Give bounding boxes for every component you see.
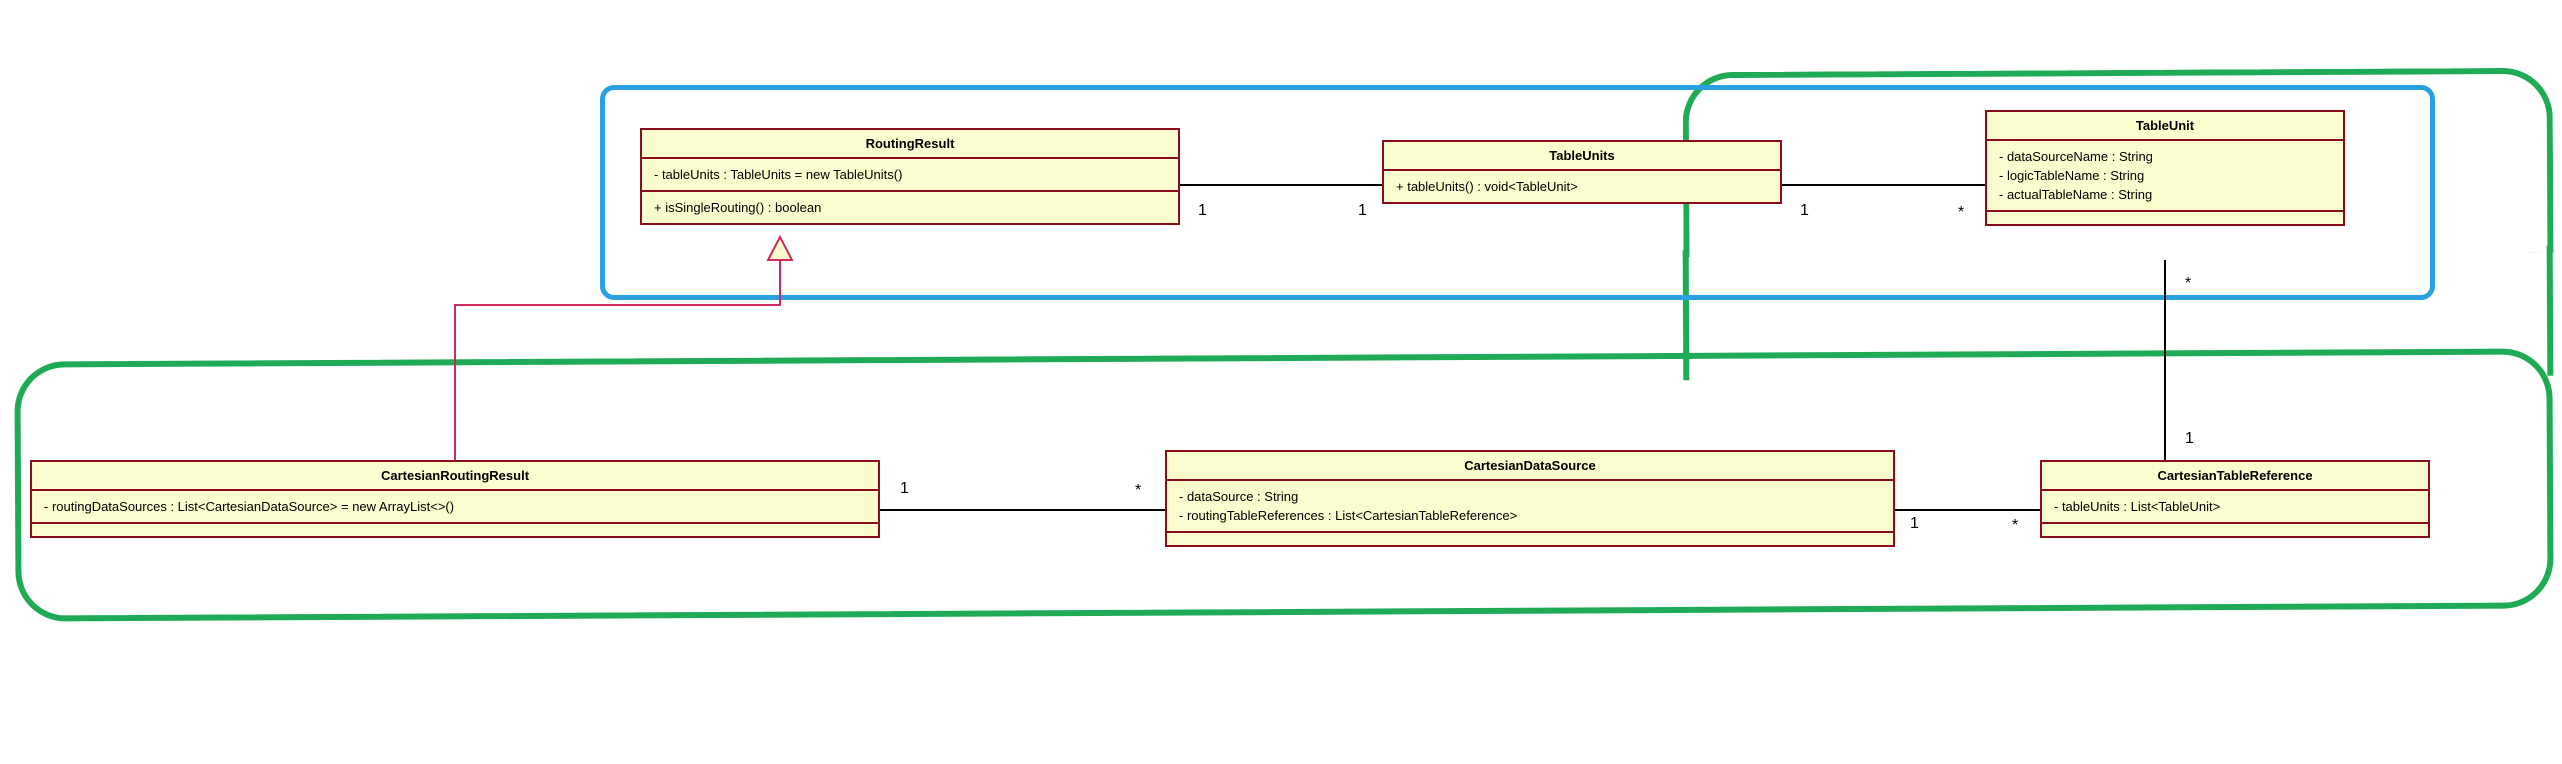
attribute: - dataSourceName : String [1999, 147, 2331, 166]
attribute: - tableUnits : TableUnits = new TableUni… [654, 165, 1166, 184]
class-name: CartesianTableReference [2042, 462, 2428, 489]
class-operations: + tableUnits() : void<TableUnit> [1384, 169, 1780, 202]
class-cartesian-routing-result: CartesianRoutingResult - routingDataSour… [30, 460, 880, 538]
class-name: CartesianRoutingResult [32, 462, 878, 489]
class-name: TableUnit [1987, 112, 2343, 139]
multiplicity: 1 [1198, 202, 1207, 220]
attribute: - logicTableName : String [1999, 166, 2331, 185]
class-operations [2042, 522, 2428, 536]
class-attributes: - dataSource : String - routingTableRefe… [1167, 479, 1893, 531]
attribute: - tableUnits : List<TableUnit> [2054, 497, 2416, 516]
class-routing-result: RoutingResult - tableUnits : TableUnits … [640, 128, 1180, 225]
operation: + tableUnits() : void<TableUnit> [1396, 177, 1768, 196]
group-green-connector [1683, 246, 2554, 381]
operation: + isSingleRouting() : boolean [654, 198, 1166, 217]
attribute: - actualTableName : String [1999, 185, 2331, 204]
class-operations [1987, 210, 2343, 224]
multiplicity: 1 [1358, 202, 1367, 220]
class-table-unit: TableUnit - dataSourceName : String - lo… [1985, 110, 2345, 226]
multiplicity: * [2185, 275, 2191, 293]
class-name: RoutingResult [642, 130, 1178, 157]
class-cartesian-table-reference: CartesianTableReference - tableUnits : L… [2040, 460, 2430, 538]
multiplicity: 1 [1910, 515, 1919, 533]
class-operations [32, 522, 878, 536]
multiplicity: 1 [2185, 430, 2194, 448]
uml-canvas: RoutingResult - tableUnits : TableUnits … [0, 0, 2562, 764]
class-attributes: - tableUnits : TableUnits = new TableUni… [642, 157, 1178, 190]
class-name: TableUnits [1384, 142, 1780, 169]
multiplicity: * [1135, 482, 1141, 500]
attribute: - dataSource : String [1179, 487, 1881, 506]
attribute: - routingTableReferences : List<Cartesia… [1179, 506, 1881, 525]
multiplicity: * [2012, 517, 2018, 535]
class-attributes: - routingDataSources : List<CartesianDat… [32, 489, 878, 522]
attribute: - routingDataSources : List<CartesianDat… [44, 497, 866, 516]
class-attributes: - dataSourceName : String - logicTableNa… [1987, 139, 2343, 210]
class-cartesian-data-source: CartesianDataSource - dataSource : Strin… [1165, 450, 1895, 547]
multiplicity: * [1958, 204, 1964, 222]
class-name: CartesianDataSource [1167, 452, 1893, 479]
multiplicity: 1 [1800, 202, 1809, 220]
multiplicity: 1 [900, 480, 909, 498]
class-table-units: TableUnits + tableUnits() : void<TableUn… [1382, 140, 1782, 204]
class-operations: + isSingleRouting() : boolean [642, 190, 1178, 223]
class-attributes: - tableUnits : List<TableUnit> [2042, 489, 2428, 522]
class-operations [1167, 531, 1893, 545]
